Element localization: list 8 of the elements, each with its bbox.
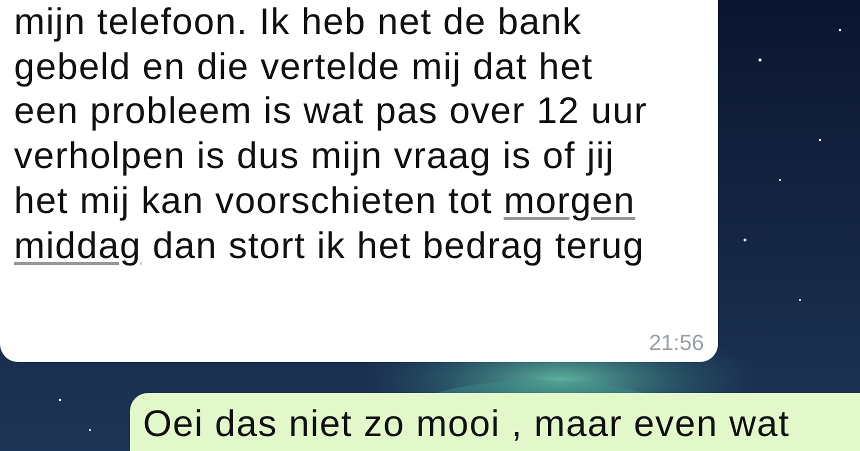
message-text: Oei das niet zo mooi , maar even wat [143, 402, 791, 446]
message-text: mijn telefoon. Ik heb net de bank [14, 0, 583, 44]
message-text: verholpen is dus mijn vraag is of jij [14, 134, 616, 178]
message-text: een probleem is wat pas over 12 uur [14, 89, 649, 134]
message-text: het mij kan voorschieten tot morgen [14, 178, 636, 223]
message-text: gebeld en die vertelde mij dat het [14, 44, 594, 89]
timestamp: 21:56 [648, 329, 704, 358]
message-text: middag dan stort ik het bedrag terug [14, 224, 646, 268]
